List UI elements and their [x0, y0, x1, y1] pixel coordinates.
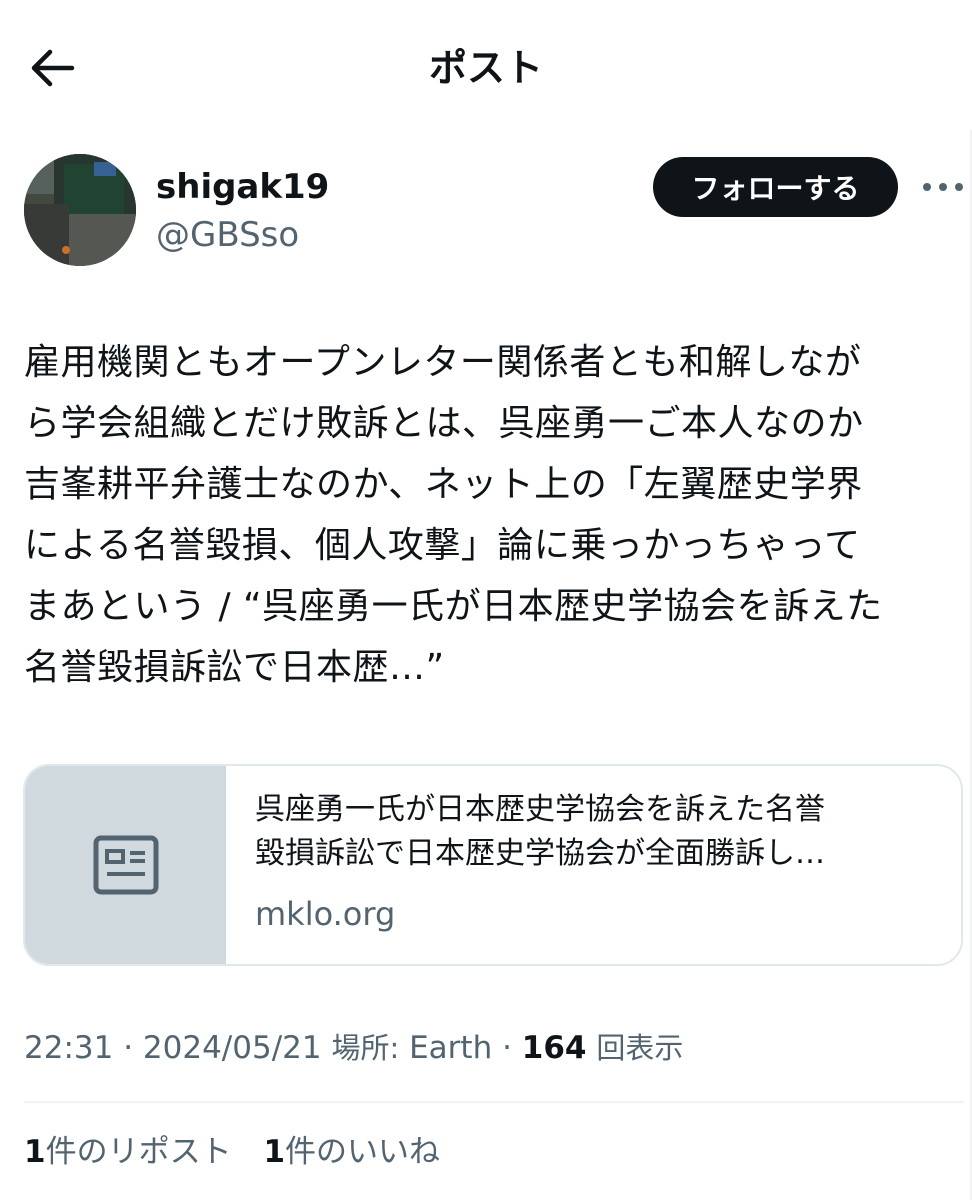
link-card-thumbnail [25, 766, 226, 964]
views-count: 164 [521, 1030, 587, 1066]
link-card-title: 呉座勇一氏が日本歴史学協会を訴えた名誉 [255, 792, 825, 827]
more-button[interactable] [918, 172, 968, 202]
author-handle[interactable]: @GBSso [156, 214, 299, 256]
reposts-count: 1 [24, 1134, 46, 1170]
post-date[interactable]: 2024/05/21 [143, 1030, 322, 1066]
reposts-stat[interactable]: 1件のリポスト [24, 1134, 232, 1170]
more-horizontal-icon [923, 183, 963, 191]
author-display-name[interactable]: shigak19 [156, 166, 329, 208]
page-title: ポスト [428, 46, 543, 90]
likes-label: 件のいいね [285, 1134, 441, 1170]
link-card[interactable]: 呉座勇一氏が日本歴史学協会を訴えた名誉 毀損訴訟で日本歴史学協会が全面勝訴し… … [23, 764, 963, 966]
reposts-label: 件のリポスト [45, 1134, 232, 1170]
engagement-stats: 1件のリポスト 1件のいいね [24, 1130, 462, 1174]
post-time[interactable]: 22:31 [24, 1030, 113, 1066]
divider [24, 1101, 964, 1103]
post-text-line: による名誉毀損、個人攻撃」論に乗っかっちゃって [24, 525, 861, 566]
top-bar: ポスト [0, 0, 972, 136]
article-icon [93, 835, 158, 895]
post-text: 雇用機関ともオープンレター関係者とも和解しなが ら学会組織とだけ敗訴とは、呉座勇… [24, 332, 954, 698]
link-card-domain: mklo.org [255, 895, 396, 933]
follow-button[interactable]: フォローする [653, 157, 898, 217]
avatar[interactable] [24, 154, 136, 266]
link-card-title: 毀損訴訟で日本歴史学協会が全面勝訴し… [255, 836, 825, 871]
post-location: Earth [409, 1030, 493, 1066]
separator: · [113, 1030, 143, 1066]
post-text-line: ら学会組織とだけ敗訴とは、呉座勇一ご本人なのか [24, 403, 864, 444]
location-label: 場所: [331, 1031, 400, 1065]
post-metadata: 22:31 · 2024/05/21 場所: Earth · 164 回表示 [24, 1026, 683, 1070]
separator: · [492, 1030, 522, 1066]
post-text-line: 名誉毀損訴訟で日本歴…” [24, 647, 445, 688]
post-text-line: 吉峯耕平弁護士なのか、ネット上の「左翼歴史学界 [24, 464, 863, 505]
link-card-text: 呉座勇一氏が日本歴史学協会を訴えた名誉 毀損訴訟で日本歴史学協会が全面勝訴し… … [255, 788, 945, 936]
views-label: 回表示 [596, 1031, 684, 1065]
post-text-line: 雇用機関ともオープンレター関係者とも和解しなが [24, 342, 862, 383]
likes-stat[interactable]: 1件のいいね [263, 1134, 440, 1170]
avatar-image [24, 154, 136, 266]
likes-count: 1 [263, 1134, 286, 1170]
post-text-line: まあという / “呉座勇一氏が日本歴史学協会を訴えた [24, 586, 883, 627]
